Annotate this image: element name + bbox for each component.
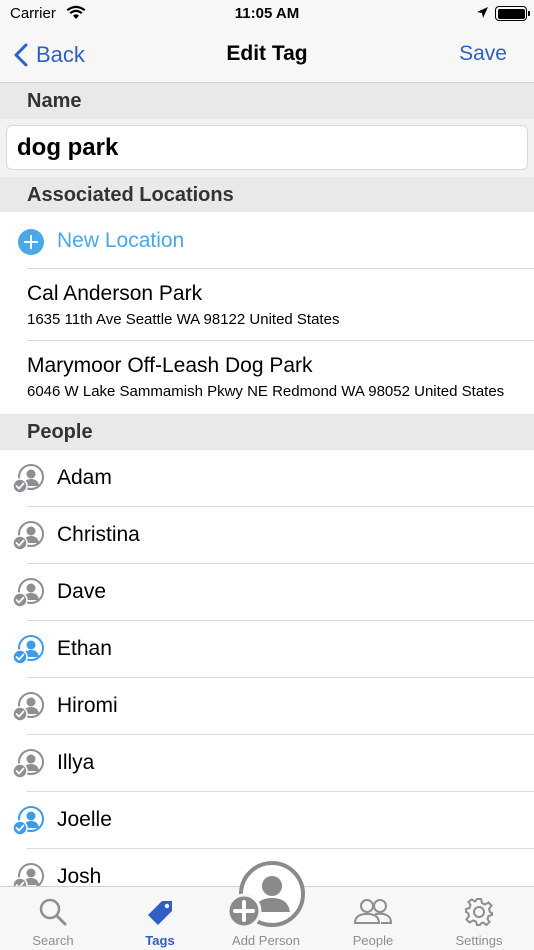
clock: 11:05 AM [234,5,300,22]
navigation-bar: Back Edit Tag Save [0,30,534,83]
person-selected-icon [12,805,46,837]
location-title: Cal Anderson Park [27,282,203,305]
back-button[interactable]: Back [14,40,85,70]
tag-name-input[interactable] [6,125,528,170]
name-field-container [0,119,534,177]
tab-people[interactable]: People [320,887,426,950]
tab-tags[interactable]: Tags [107,887,213,950]
person-name: Ethan [57,637,112,660]
person-row[interactable]: Joelle [0,792,534,849]
gear-icon [465,898,493,927]
person-name: Dave [57,580,107,603]
person-unselected-icon [12,748,46,780]
tab-label: Tags [145,933,175,948]
new-location-label: New Location [57,229,185,252]
person-unselected-icon [12,520,46,552]
battery-icon [495,6,530,21]
chevron-left-icon [14,43,28,67]
person-row[interactable]: Ethan [0,621,534,678]
tab-settings[interactable]: Settings [426,887,532,950]
person-name: Joelle [57,808,112,831]
person-selected-icon [12,634,46,666]
location-address: 1635 11th Ave Seattle WA 98122 United St… [27,311,340,328]
add-person-icon [226,861,305,929]
status-bar: Carrier 11:05 AM [0,0,534,30]
tab-label: Search [32,933,74,948]
location-arrow-icon [476,6,489,24]
section-header-people: People [0,414,534,450]
person-row[interactable]: Illya [0,735,534,792]
person-row[interactable]: Dave [0,564,534,621]
tab-label: Settings [455,933,503,948]
person-row[interactable]: Christina [0,507,534,564]
person-unselected-icon [12,463,46,495]
person-name: Christina [57,523,140,546]
person-row[interactable]: Hiromi [0,678,534,735]
people-icon [353,899,393,924]
section-header-name: Name [0,83,534,119]
person-unselected-icon [12,691,46,723]
save-button[interactable]: Save [459,42,507,66]
add-circle-icon [18,229,44,255]
new-location-button[interactable]: New Location [0,212,534,269]
location-address: 6046 W Lake Sammamish Pkwy NE Redmond WA… [27,383,505,400]
tag-icon [148,901,172,925]
person-row[interactable]: Adam [0,450,534,507]
location-row[interactable]: Marymoor Off-Leash Dog Park 6046 W Lake … [0,341,534,413]
tab-label: People [352,933,394,948]
person-unselected-icon [12,577,46,609]
person-name: Hiromi [57,694,118,717]
search-icon [39,898,67,926]
location-row[interactable]: Cal Anderson Park 1635 11th Ave Seattle … [0,269,534,341]
person-name: Adam [57,466,112,489]
person-name: Illya [57,751,95,774]
add-person-button[interactable] [226,860,306,930]
tab-label: Add Person [232,933,300,948]
tab-search[interactable]: Search [0,887,106,950]
back-label: Back [36,42,85,67]
location-title: Marymoor Off-Leash Dog Park [27,354,313,377]
section-header-locations: Associated Locations [0,177,534,213]
